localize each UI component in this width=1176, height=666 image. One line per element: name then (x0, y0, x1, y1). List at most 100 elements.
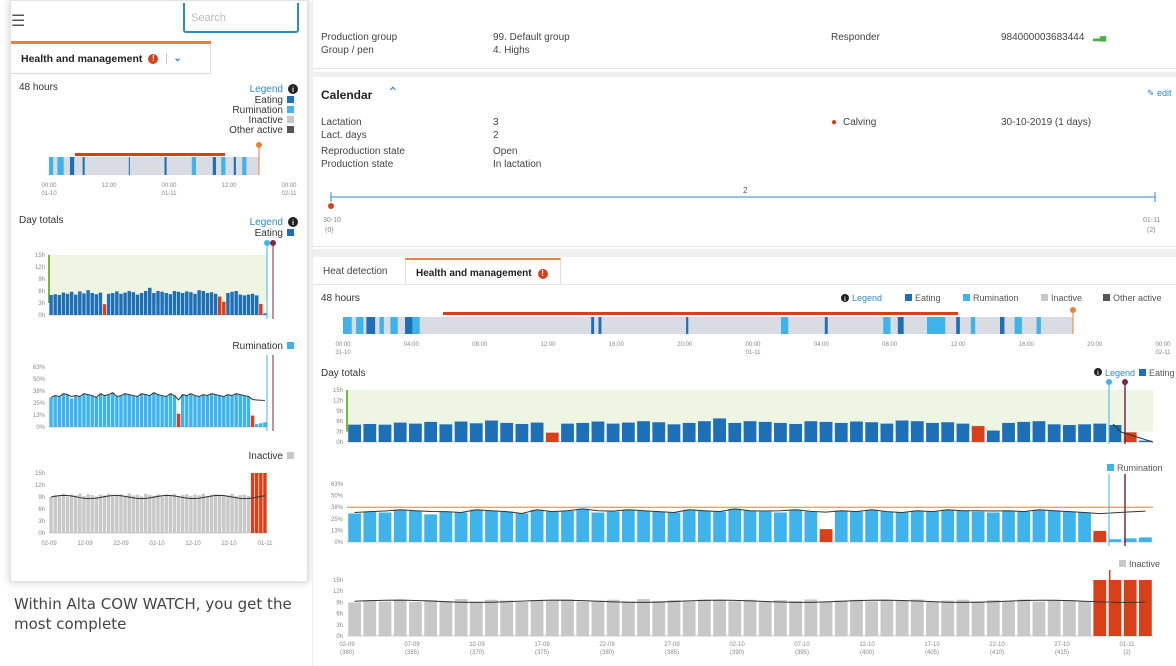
main-charts: 48 hours i Legend Eating Rumination Inactive… (321, 293, 1175, 656)
edit-link[interactable]: ✎ edit (1147, 88, 1172, 99)
y-tick-label: 12h (35, 483, 45, 489)
bar (774, 600, 787, 636)
activity-segment (57, 157, 64, 175)
eating-swatch (287, 229, 294, 236)
bar (82, 293, 86, 315)
bar (606, 511, 620, 542)
bar (1032, 509, 1046, 542)
y-tick-label: 3h (38, 519, 45, 525)
legend-swatch (963, 294, 970, 301)
bar (74, 294, 78, 315)
bar (454, 421, 468, 442)
activity-segment (379, 317, 384, 334)
bar (193, 293, 197, 315)
bar (834, 510, 848, 542)
bar (164, 293, 168, 315)
bar (61, 292, 66, 315)
production-group-value: 99. Default group (493, 32, 570, 43)
bar (90, 495, 94, 533)
date-tick-label: 02-09 (339, 642, 355, 648)
time-tick-label: 08:00 (882, 342, 898, 348)
bar (758, 421, 772, 442)
bar (217, 395, 222, 427)
bar (424, 514, 438, 542)
main-day-totals: Day totals (321, 368, 365, 379)
bar (713, 511, 726, 542)
bar (86, 394, 90, 427)
bar (246, 495, 251, 533)
48h-timeline-bg (49, 157, 259, 175)
bar (119, 293, 123, 315)
activity-segment (221, 157, 226, 175)
bar (1108, 539, 1122, 542)
bar (123, 292, 127, 315)
bar (561, 599, 574, 636)
bar (180, 495, 185, 533)
time-tick-label: 00:00 (161, 183, 177, 189)
mobile-search-input[interactable]: Search (183, 3, 299, 33)
bar (409, 510, 422, 542)
bar (1123, 580, 1137, 636)
mobile-tab-health[interactable]: Health and management ! ⌄ (11, 44, 211, 74)
y-tick-label: 6h (336, 612, 343, 618)
bar (65, 394, 70, 427)
bar (78, 291, 82, 315)
bar (1108, 425, 1122, 442)
bar (515, 423, 529, 442)
bar (910, 421, 924, 442)
tab-health-management[interactable]: Health and management! (405, 258, 561, 284)
bar (865, 509, 879, 542)
bar (348, 424, 361, 442)
bar (250, 293, 255, 315)
activity-segment (366, 317, 376, 334)
bar (61, 393, 66, 427)
repro-label: Reproduction state (321, 146, 405, 157)
bar (363, 600, 377, 636)
legend-item-label: Other active (229, 125, 283, 136)
mobile-day-totals: Day totals (19, 215, 63, 226)
bar (111, 496, 115, 533)
chevron-down-icon[interactable]: ⌄ (166, 53, 182, 64)
bar (728, 508, 742, 542)
bar (378, 512, 392, 542)
time-tick-label: 04:00 (404, 342, 420, 348)
hamburger-menu-icon[interactable]: ☰ (11, 11, 25, 31)
bar (424, 600, 438, 636)
bar (1032, 601, 1046, 636)
tab-heat-detection[interactable]: Heat detection (313, 258, 398, 284)
bar (148, 495, 152, 533)
bar (789, 509, 803, 542)
bar (65, 496, 70, 533)
bar (197, 495, 201, 533)
bar (789, 423, 803, 442)
main-legend-link: Legend (852, 293, 882, 303)
bar (156, 494, 160, 533)
bar (53, 395, 57, 427)
time-tick-label: 20:00 (677, 342, 693, 348)
bar (378, 424, 392, 442)
activity-segment (49, 157, 54, 175)
time-tick-label: 04:00 (814, 342, 830, 348)
bar (439, 424, 453, 442)
bar (880, 423, 894, 442)
activity-segment (212, 157, 216, 175)
bar (152, 495, 156, 533)
legend-swatch (1103, 294, 1110, 301)
bar (193, 395, 197, 427)
calendar-title: Calendar (321, 88, 373, 102)
bar (667, 600, 681, 636)
date-tick-label: 27-10 (1054, 642, 1070, 648)
chevron-up-icon[interactable]: ⌃ (387, 84, 399, 101)
bar (213, 394, 218, 427)
time-tick-label: 08:00 (472, 342, 488, 348)
bar (789, 600, 803, 636)
bar (250, 415, 255, 427)
y-tick-label: 13% (331, 528, 344, 534)
bar (148, 395, 152, 427)
bar (222, 494, 226, 533)
bar (98, 393, 103, 427)
bar (242, 494, 247, 533)
bar (576, 601, 590, 636)
bar (941, 509, 955, 542)
date-tick-label: 12-10 (185, 541, 201, 547)
